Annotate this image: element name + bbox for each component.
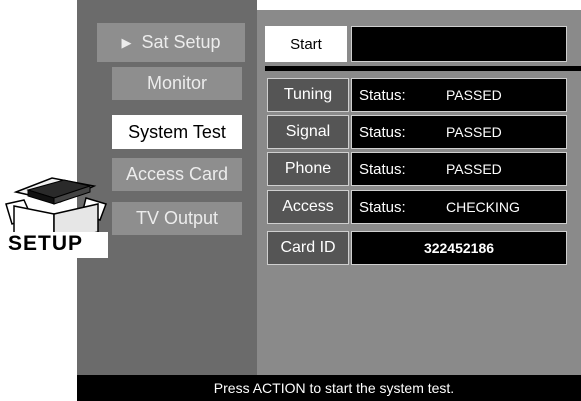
menu-item-system-test[interactable]: System Test bbox=[112, 115, 242, 149]
menu-item-label: TV Output bbox=[135, 208, 219, 228]
setup-label: SETUP bbox=[8, 232, 84, 255]
start-output-field bbox=[351, 26, 567, 62]
status-key: Status: bbox=[359, 86, 406, 104]
menu-item-monitor[interactable]: Monitor bbox=[112, 67, 242, 100]
phone-status: Status: PASSED bbox=[351, 152, 567, 186]
signal-status: Status: PASSED bbox=[351, 115, 567, 149]
hint-bar: Press ACTION to start the system test. bbox=[77, 375, 581, 401]
play-arrow-icon: ▶ bbox=[121, 34, 132, 50]
status-value: PASSED bbox=[446, 87, 502, 103]
status-key: Status: bbox=[359, 123, 406, 141]
menu-item-sat-setup[interactable]: ▶ Sat Setup bbox=[97, 23, 245, 62]
signal-label: Signal bbox=[267, 115, 349, 149]
menu-item-label: Sat Setup bbox=[141, 32, 221, 52]
menu-item-label: Monitor bbox=[146, 73, 208, 93]
phone-label: Phone bbox=[267, 152, 349, 186]
access-status: Status: CHECKING bbox=[351, 190, 567, 224]
tuning-label: Tuning bbox=[267, 78, 349, 112]
tuning-status: Status: PASSED bbox=[351, 78, 567, 112]
status-value: PASSED bbox=[446, 161, 502, 177]
access-label: Access bbox=[267, 190, 349, 224]
menu-item-tv-output[interactable]: TV Output bbox=[112, 202, 242, 235]
status-key: Status: bbox=[359, 160, 406, 178]
menu-item-access-card[interactable]: Access Card bbox=[112, 158, 242, 191]
status-value: CHECKING bbox=[446, 199, 520, 215]
screen: ▶ Sat Setup Monitor System Test Access C… bbox=[0, 0, 581, 401]
status-value: PASSED bbox=[446, 124, 502, 140]
menu-item-label: System Test bbox=[128, 121, 226, 142]
status-key: Status: bbox=[359, 198, 406, 216]
card-id-value: 322452186 bbox=[351, 231, 567, 265]
start-button[interactable]: Start bbox=[265, 26, 347, 62]
card-id-label: Card ID bbox=[267, 231, 349, 265]
divider bbox=[265, 66, 581, 71]
menu-item-label: Access Card bbox=[125, 164, 229, 184]
receiver-box-icon: SETUP bbox=[2, 170, 108, 260]
